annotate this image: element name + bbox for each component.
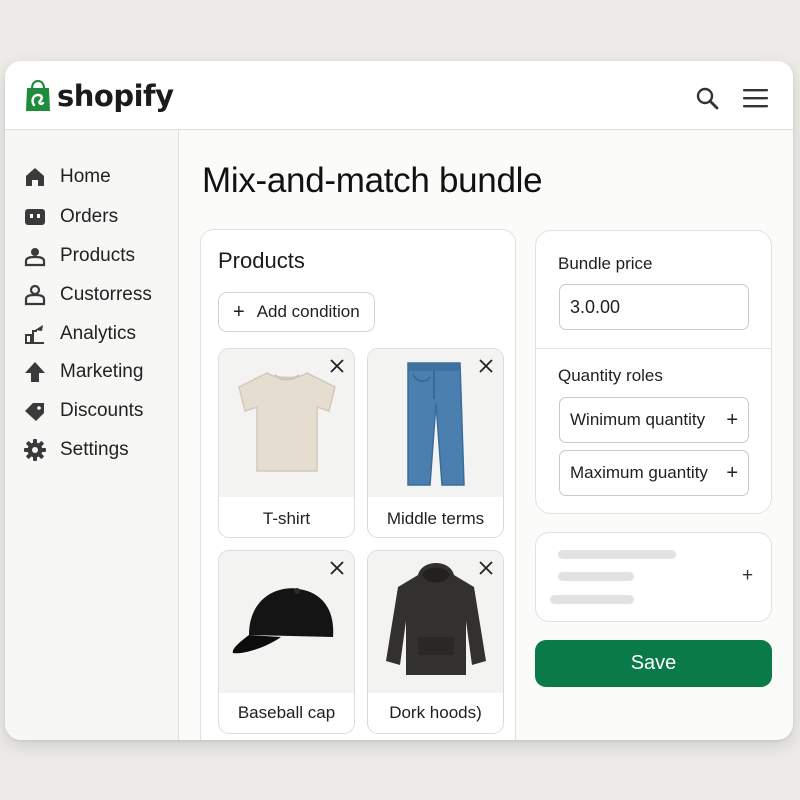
- product-tile-hoodie[interactable]: Dork hoods): [367, 550, 504, 734]
- sidebar-item-products[interactable]: Products: [23, 241, 173, 271]
- bundle-price-input[interactable]: [559, 284, 749, 330]
- product-label: Baseball cap: [237, 703, 336, 722]
- product-label: T-shirt: [262, 509, 311, 528]
- minimum-quantity-label: Winimum quantity: [570, 410, 706, 429]
- sidebar-item-label: Home: [60, 166, 111, 187]
- save-button[interactable]: Save: [535, 640, 772, 687]
- skeleton-line: [558, 572, 634, 581]
- product-tile-tshirt[interactable]: T-shirt: [218, 348, 355, 538]
- top-bar: shopify: [5, 61, 793, 130]
- orders-icon: [25, 209, 45, 225]
- page-title: Mix-and-match bundle: [202, 161, 543, 200]
- close-icon[interactable]: [328, 559, 346, 577]
- sidebar-item-settings[interactable]: Settings: [23, 435, 173, 465]
- home-icon: [26, 168, 44, 186]
- sidebar-item-label: Analytics: [60, 323, 137, 344]
- bundle-price-label: Bundle price: [558, 254, 653, 273]
- sidebar: Home Orders Products Custorress Analytic…: [5, 130, 179, 740]
- products-heading: Products: [218, 248, 305, 273]
- shopify-bag-icon: [26, 80, 50, 111]
- products-card: Products + Add condition T-shirt Middle …: [200, 229, 516, 740]
- product-label: Middle terms: [386, 509, 485, 528]
- sidebar-item-label: Discounts: [60, 400, 144, 421]
- plus-icon: +: [233, 301, 245, 323]
- marketing-icon: [25, 362, 45, 382]
- menu-icon[interactable]: [742, 87, 770, 109]
- close-icon[interactable]: [477, 559, 495, 577]
- sidebar-item-customers[interactable]: Custorress: [23, 280, 173, 310]
- maximum-quantity-label: Maximum guantity: [570, 463, 708, 482]
- gear-icon: [24, 439, 46, 461]
- search-icon[interactable]: [695, 86, 721, 112]
- customers-icon: [24, 284, 46, 306]
- product-tile-jeans[interactable]: Middle terms: [367, 348, 504, 538]
- sidebar-item-label: Custorress: [60, 284, 152, 305]
- discounts-icon: [25, 403, 44, 421]
- sidebar-item-label: Orders: [60, 206, 119, 227]
- sidebar-item-marketing[interactable]: Marketing: [23, 357, 173, 387]
- minimum-quantity-button[interactable]: Winimum quantity +: [559, 397, 749, 443]
- bundle-settings-card: Bundle price Quantity roles Winimum quan…: [535, 230, 772, 514]
- add-condition-label: Add condition: [256, 302, 360, 321]
- sidebar-item-orders[interactable]: Orders: [23, 202, 173, 232]
- sidebar-item-home[interactable]: Home: [23, 162, 173, 192]
- add-condition-button[interactable]: + Add condition: [218, 292, 375, 332]
- product-tile-cap[interactable]: Baseball cap: [218, 550, 355, 734]
- sidebar-item-analytics[interactable]: Analytics: [23, 319, 173, 349]
- product-label: Dork hoods): [389, 703, 482, 722]
- logo-text: shopify: [57, 79, 174, 113]
- sidebar-item-label: Marketing: [60, 361, 144, 382]
- quantity-roles-heading: Quantity roles: [558, 366, 663, 385]
- plus-icon[interactable]: +: [742, 565, 753, 587]
- shopify-logo[interactable]: shopify: [25, 79, 174, 113]
- skeleton-line: [550, 595, 634, 604]
- plus-icon: +: [726, 462, 738, 484]
- close-icon[interactable]: [477, 357, 495, 375]
- products-icon: [24, 248, 46, 267]
- close-icon[interactable]: [328, 357, 346, 375]
- skeleton-line: [558, 550, 676, 559]
- plus-icon: +: [726, 409, 738, 431]
- maximum-quantity-button[interactable]: Maximum guantity +: [559, 450, 749, 496]
- divider: [536, 348, 771, 349]
- sidebar-item-label: Products: [60, 245, 135, 266]
- app-window: shopify Home Orders Products Custorress …: [5, 61, 793, 740]
- placeholder-card: +: [535, 532, 772, 622]
- analytics-icon: [25, 325, 44, 344]
- sidebar-item-label: Settings: [60, 439, 129, 460]
- sidebar-item-discounts[interactable]: Discounts: [23, 396, 173, 426]
